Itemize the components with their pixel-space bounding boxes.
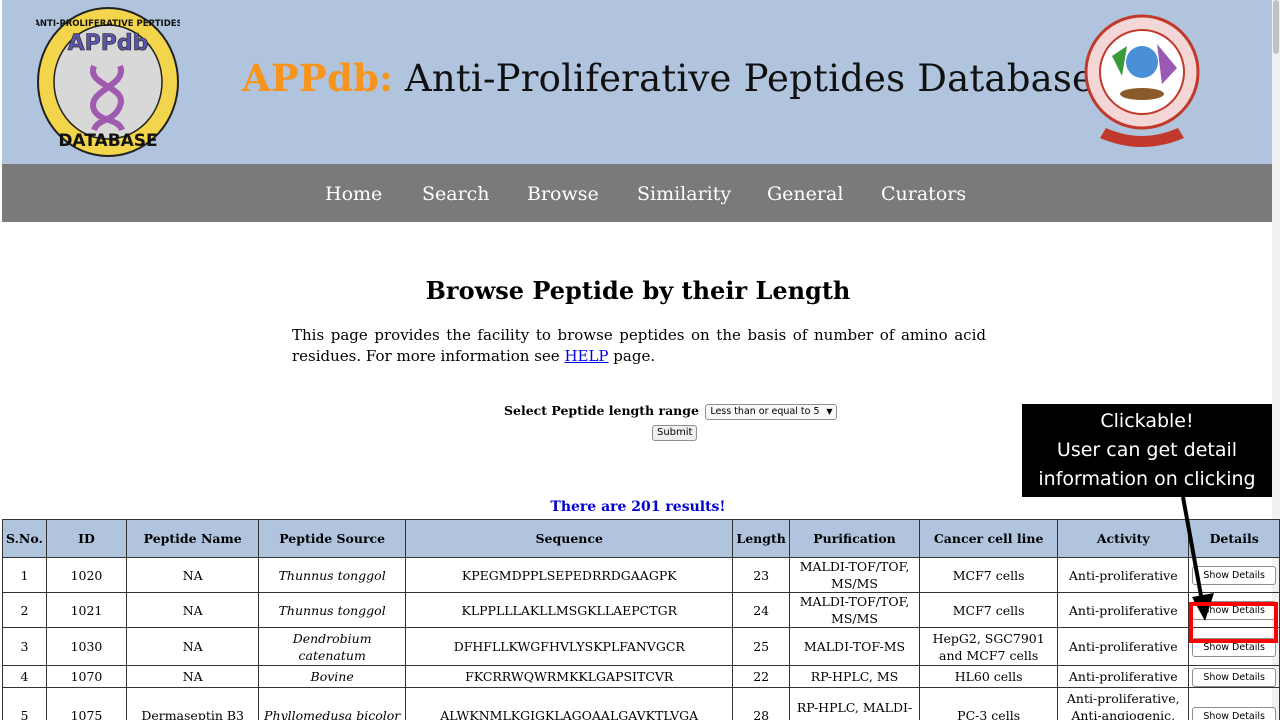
- cell-length: 23: [732, 557, 790, 593]
- brand-name: APPdb:: [242, 56, 393, 100]
- length-range-label: Select Peptide length range: [504, 403, 699, 418]
- nav-home[interactable]: Home: [325, 183, 382, 205]
- nav-curators[interactable]: Curators: [881, 183, 966, 205]
- cell-cell-line: HepG2, SGC7901 and MCF7 cells: [919, 627, 1059, 666]
- cell-source: Thunnus tonggol: [258, 592, 407, 628]
- cell-purification: MALDI-TOF/TOF, MS/MS: [788, 557, 921, 593]
- cell-source: Thunnus tonggol: [258, 557, 407, 593]
- clickable-callout: Clickable! User can get detail informati…: [1022, 404, 1272, 497]
- col-cancer-cell-line: Cancer cell line: [919, 519, 1059, 558]
- col-sequence: Sequence: [405, 519, 734, 558]
- cell-details: Show Details: [1188, 687, 1280, 720]
- table-row: 4 1070 NA Bovine FKCRRWQWRMKKLGAPSITCVR …: [2, 665, 1280, 688]
- cell-sequence: DFHFLLKWGFHVLYSKPLFANVGCR: [405, 627, 734, 666]
- col-peptide-source: Peptide Source: [258, 519, 407, 558]
- cell-activity: Anti-proliferative: [1057, 592, 1190, 628]
- cell-activity: Anti-proliferative, Anti-angiogenic, Ant…: [1057, 687, 1190, 720]
- col-peptide-name: Peptide Name: [126, 519, 260, 558]
- show-details-highlight: [1189, 602, 1278, 643]
- col-activity: Activity: [1057, 519, 1190, 558]
- site-title-text: Anti-Proliferative Peptides Database: [392, 57, 1095, 100]
- svg-text:APPdb: APPdb: [68, 31, 149, 56]
- table-row: 5 1075 Dermaseptin B3 Phyllomedusa bicol…: [2, 687, 1280, 720]
- site-header: APPdb ANTI-PROLIFERATIVE PEPTIDES DATABA…: [2, 0, 1272, 164]
- cell-name: NA: [126, 665, 260, 688]
- help-link[interactable]: HELP: [564, 347, 608, 365]
- callout-line-2: User can get detail: [1056, 439, 1238, 461]
- cell-source: Dendrobium catenatum: [258, 627, 407, 666]
- cell-source: Phyllomedusa bicolor: [258, 687, 407, 720]
- cell-length: 24: [732, 592, 790, 628]
- appdb-logo[interactable]: APPdb ANTI-PROLIFERATIVE PEPTIDES DATABA…: [36, 6, 180, 158]
- table-header-row: S.No. ID Peptide Name Peptide Source Seq…: [2, 519, 1280, 558]
- table-row: 2 1021 NA Thunnus tonggol KLPPLLLAKLLMSG…: [2, 592, 1280, 628]
- cell-sno: 2: [2, 592, 47, 628]
- table-row: 3 1030 NA Dendrobium catenatum DFHFLLKWG…: [2, 627, 1280, 666]
- main-nav: Home Search Browse Similarity General Cu…: [2, 164, 1272, 222]
- submit-button[interactable]: Submit: [652, 425, 698, 441]
- cell-cell-line: PC-3 cells: [919, 687, 1059, 720]
- cell-sequence: KPEGMDPPLSEPEDRRDGAAGPK: [405, 557, 734, 593]
- callout-line-1: Clickable!: [1100, 410, 1194, 432]
- logo-top-text: ANTI-PROLIFERATIVE PEPTIDES: [36, 19, 180, 29]
- cell-purification: RP-HPLC, MALDI-TOF-MS: [788, 687, 921, 720]
- cell-activity: Anti-proliferative: [1057, 557, 1190, 593]
- scrollbar-thumb[interactable]: [1273, 0, 1279, 54]
- cell-purification: MALDI-TOF/TOF, MS/MS: [788, 592, 921, 628]
- cell-sno: 5: [2, 687, 47, 720]
- nav-general[interactable]: General: [767, 183, 843, 205]
- cell-activity: Anti-proliferative: [1057, 627, 1190, 666]
- cell-sequence: ALWKNMLKGIGKLAGQAALGAVKTLVGA: [405, 687, 734, 720]
- col-purification: Purification: [788, 519, 921, 558]
- cell-name: Dermaseptin B3: [126, 687, 260, 720]
- nav-browse[interactable]: Browse: [527, 183, 599, 205]
- results-table: S.No. ID Peptide Name Peptide Source Seq…: [2, 519, 1280, 720]
- results-count: There are 201 results!: [550, 499, 726, 515]
- cell-cell-line: MCF7 cells: [919, 557, 1059, 593]
- cell-activity: Anti-proliferative: [1057, 665, 1190, 688]
- nav-search[interactable]: Search: [422, 183, 490, 205]
- cell-sequence: KLPPLLLAKLLMSGKLLAEPCTGR: [405, 592, 734, 628]
- university-emblem: [1084, 14, 1200, 147]
- cell-sno: 4: [2, 665, 47, 688]
- cell-cell-line: HL60 cells: [919, 665, 1059, 688]
- cell-purification: MALDI-TOF-MS: [788, 627, 921, 666]
- length-range-select[interactable]: Less than or equal to 5 ▼: [705, 403, 837, 420]
- site-title: APPdb: Anti-Proliferative Peptides Datab…: [242, 56, 1094, 100]
- cell-name: NA: [126, 557, 260, 593]
- page-title: Browse Peptide by their Length: [425, 276, 851, 305]
- cell-length: 22: [732, 665, 790, 688]
- cell-details: Show Details: [1188, 665, 1280, 688]
- cell-id: 1030: [45, 627, 128, 666]
- intro-text: This page provides the facility to brows…: [292, 325, 986, 367]
- cell-sno: 1: [2, 557, 47, 593]
- table-row: 1 1020 NA Thunnus tonggol KPEGMDPPLSEPED…: [2, 557, 1280, 593]
- length-range-filter: Select Peptide length range Less than or…: [504, 403, 837, 420]
- cell-length: 28: [732, 687, 790, 720]
- cell-name: NA: [126, 592, 260, 628]
- cell-id: 1020: [45, 557, 128, 593]
- cell-id: 1070: [45, 665, 128, 688]
- cell-length: 25: [732, 627, 790, 666]
- cell-name: NA: [126, 627, 260, 666]
- cell-id: 1021: [45, 592, 128, 628]
- chevron-down-icon: ▼: [826, 406, 833, 416]
- show-details-button[interactable]: Show Details: [1192, 667, 1276, 687]
- cell-id: 1075: [45, 687, 128, 720]
- logo-bottom-text: DATABASE: [58, 131, 157, 151]
- cell-cell-line: MCF7 cells: [919, 592, 1059, 628]
- show-details-button[interactable]: Show Details: [1192, 706, 1276, 720]
- length-range-selected: Less than or equal to 5: [710, 405, 820, 417]
- col-sno: S.No.: [2, 519, 47, 558]
- nav-similarity[interactable]: Similarity: [637, 183, 731, 205]
- cell-sequence: FKCRRWQWRMKKLGAPSITCVR: [405, 665, 734, 688]
- col-id: ID: [45, 519, 128, 558]
- callout-line-3: information on clicking: [1038, 468, 1256, 490]
- cell-purification: RP-HPLC, MS: [788, 665, 921, 688]
- cell-sno: 3: [2, 627, 47, 666]
- cell-source: Bovine: [258, 665, 407, 688]
- col-length: Length: [732, 519, 790, 558]
- intro-end: page.: [608, 347, 656, 365]
